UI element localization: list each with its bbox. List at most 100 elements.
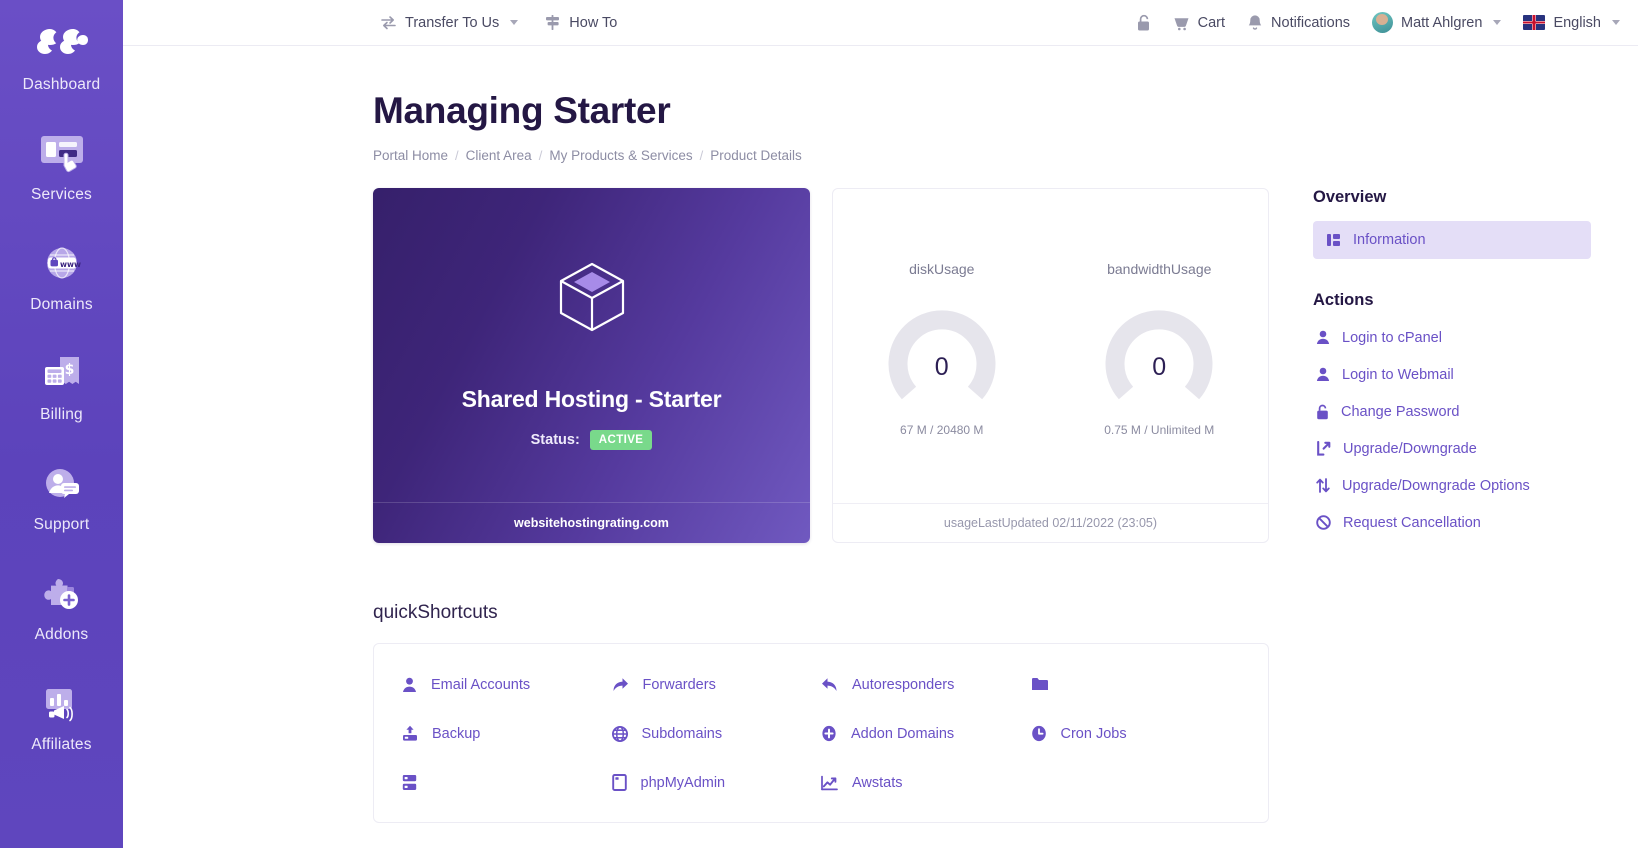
sidebar-item-support[interactable]: Support (0, 450, 123, 560)
shortcut-cron-jobs[interactable]: Cron Jobs (1031, 723, 1241, 745)
gauge-detail: 67 M / 20480 M (900, 422, 984, 437)
sidebar-item-services[interactable]: Services (0, 120, 123, 230)
shortcut-label: Forwarders (642, 676, 716, 693)
breadcrumb: Portal Home / Client Area / My Products … (373, 148, 1638, 163)
line-chart-icon (821, 775, 838, 791)
gauge-detail: 0.75 M / Unlimited M (1104, 422, 1215, 437)
breadcrumb-item-product-details[interactable]: Product Details (710, 148, 802, 163)
shortcut-label: Autoresponders (852, 676, 955, 693)
nav-label: Matt Ahlgren (1401, 14, 1483, 31)
top-navbar: Transfer To Us How To Cart Notifications… (123, 0, 1638, 46)
shortcut-backup[interactable]: Backup (402, 723, 612, 745)
external-link-icon (1316, 441, 1331, 456)
updown-arrows-icon (1316, 478, 1330, 494)
page-content: Managing Starter Portal Home / Client Ar… (123, 46, 1638, 848)
product-status-row: Status: ACTIVE (530, 429, 653, 450)
avatar (1372, 12, 1394, 33)
breadcrumb-item-my-products-services[interactable]: My Products & Services (549, 148, 692, 163)
nav-cart[interactable]: Cart (1173, 15, 1225, 31)
action-upgrade-downgrade-options[interactable]: Upgrade/Downgrade Options (1313, 472, 1591, 500)
sidebar-item-affiliates[interactable]: Affiliates (0, 670, 123, 780)
gauge-title: diskUsage (909, 260, 975, 277)
shortcut-label: Awstats (852, 774, 903, 791)
gauge-title: bandwidthUsage (1107, 260, 1212, 277)
transfer-icon (380, 15, 397, 30)
product-side-rail: Overview Information Actions Login to cP… (1291, 188, 1591, 546)
nav-label: English (1553, 14, 1601, 31)
actions-heading: Actions (1313, 290, 1374, 309)
quick-shortcuts-card: Email Accounts Forwarders Autoresponders… (373, 642, 1269, 823)
plus-circle-icon (821, 725, 837, 742)
nav-language-selector[interactable]: English (1523, 15, 1620, 31)
gauge-arc: 0 (888, 301, 996, 401)
user-icon (1316, 367, 1330, 382)
chevron-down-icon (1612, 20, 1620, 25)
product-summary-card: Shared Hosting - Starter Status: ACTIVE … (373, 187, 810, 543)
rail-item-information[interactable]: Information (1313, 220, 1591, 259)
database-icon (402, 774, 417, 791)
sidebar-item-dashboard[interactable]: Dashboard (0, 10, 123, 120)
action-upgrade-downgrade[interactable]: Upgrade/Downgrade (1313, 435, 1591, 463)
shortcut-addon-domains[interactable]: Addon Domains (821, 723, 1031, 745)
quick-shortcuts-section: quickShortcuts Email Accounts Forwarders… (123, 546, 1638, 823)
gauge-bandwidth-usage: bandwidthUsage 0 0.75 M / Unlimited M (1051, 261, 1269, 503)
globe-icon (611, 725, 628, 742)
usage-last-updated: usageLastUpdated 02/11/2022 (23:05) (833, 502, 1268, 542)
sidebar-item-addons[interactable]: Addons (0, 560, 123, 670)
nav-notifications[interactable]: Notifications (1247, 14, 1350, 32)
rail-item-label: Information (1353, 231, 1426, 248)
nav-label: How To (569, 14, 618, 31)
shortcut-phpmyadmin[interactable]: phpMyAdmin (611, 772, 822, 794)
usage-card: diskUsage 0 67 M / 20480 M bandwidthUsag… (832, 187, 1269, 543)
action-login-to-cpanel[interactable]: Login to cPanel (1313, 324, 1591, 352)
sidebar-label: Dashboard (22, 76, 101, 93)
usage-gauges: diskUsage 0 67 M / 20480 M bandwidthUsag… (833, 189, 1268, 503)
shortcut-awstats[interactable]: Awstats (821, 772, 1031, 794)
breadcrumb-item-client-area[interactable]: Client Area (466, 148, 532, 163)
agent-chat-icon (38, 456, 86, 510)
product-card-column: Shared Hosting - Starter Status: ACTIVE … (373, 187, 810, 546)
gauge-value: 0 (934, 352, 949, 381)
nav-how-to[interactable]: How To (544, 14, 617, 31)
action-login-to-webmail[interactable]: Login to Webmail (1313, 361, 1591, 389)
shortcut-label: Cron Jobs (1060, 725, 1127, 742)
cart-icon (1173, 15, 1190, 31)
action-label: Change Password (1341, 403, 1460, 420)
user-icon (402, 677, 417, 693)
nav-user-menu[interactable]: Matt Ahlgren (1372, 12, 1502, 33)
shortcut-forwarders[interactable]: Forwarders (612, 674, 822, 696)
sidebar-label: Addons (34, 626, 89, 643)
signpost-icon (544, 14, 561, 31)
chevron-down-icon (1493, 20, 1502, 25)
action-change-password[interactable]: Change Password (1313, 398, 1591, 426)
unlock-icon (1136, 14, 1151, 32)
overview-heading: Overview (1313, 187, 1387, 206)
action-label: Upgrade/Downgrade Options (1342, 477, 1530, 494)
sidebar-label: Services (30, 186, 93, 203)
shortcut-email-accounts[interactable]: Email Accounts (402, 674, 612, 696)
sidebar-item-domains[interactable]: www Domains (0, 230, 123, 340)
shortcut-label: Backup (432, 725, 481, 742)
product-name: Shared Hosting - Starter (461, 385, 722, 412)
gauge-value: 0 (1152, 352, 1167, 381)
globe-www-lock-icon: www (38, 236, 86, 290)
breadcrumb-item-portal-home[interactable]: Portal Home (373, 148, 448, 163)
shortcut-label: phpMyAdmin (640, 774, 726, 791)
bell-icon (1247, 14, 1263, 32)
nav-unlock[interactable] (1136, 14, 1151, 32)
sidebar-label: Support (33, 516, 90, 533)
main-area: Transfer To Us How To Cart Notifications… (123, 0, 1638, 848)
shortcut-mysql-databases[interactable] (402, 772, 612, 794)
shortcut-label: Addon Domains (851, 725, 955, 742)
shortcut-subdomains[interactable]: Subdomains (611, 723, 822, 745)
cards-grid: Shared Hosting - Starter Status: ACTIVE … (123, 163, 1638, 546)
status-label: Status: (530, 431, 580, 448)
shortcut-autoresponders[interactable]: Autoresponders (821, 674, 1031, 696)
cube-icon (556, 260, 628, 339)
shortcut-file-manager[interactable] (1031, 674, 1241, 696)
action-request-cancellation[interactable]: Request Cancellation (1313, 509, 1591, 537)
sidebar-item-billing[interactable]: $ Billing (0, 340, 123, 450)
usage-card-column: diskUsage 0 67 M / 20480 M bandwidthUsag… (832, 187, 1269, 546)
nav-transfer-to-us[interactable]: Transfer To Us (380, 15, 519, 31)
action-label: Login to cPanel (1342, 329, 1442, 346)
